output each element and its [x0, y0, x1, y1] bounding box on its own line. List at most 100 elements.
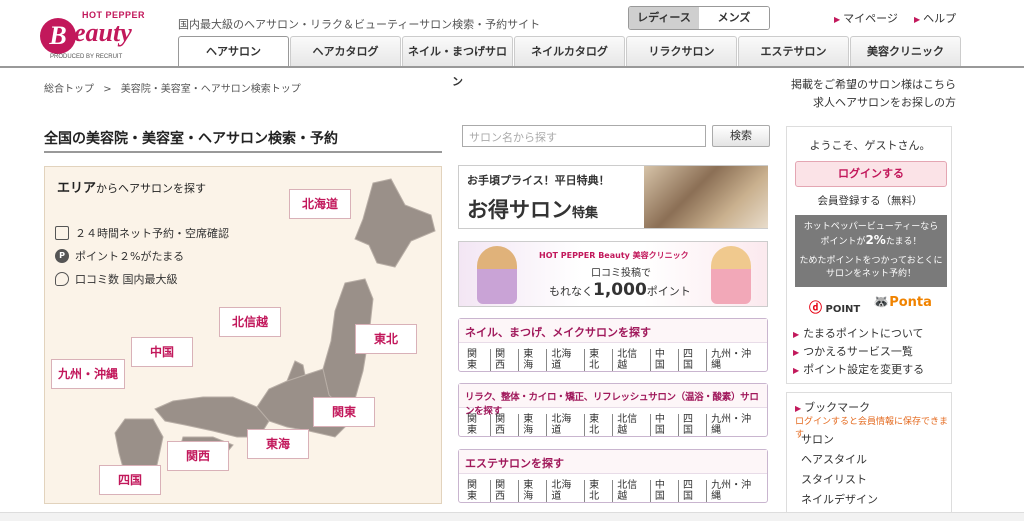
- site-tagline: 国内最大級のヘアサロン・リラク＆ビューティーサロン検索・予約サイト: [178, 18, 541, 31]
- region-link[interactable]: 中国: [651, 349, 680, 371]
- monitor-icon: [55, 226, 69, 240]
- region-shikoku[interactable]: 四国: [99, 465, 161, 495]
- woman-illustration: [711, 246, 751, 304]
- region-link[interactable]: 東北: [585, 414, 614, 436]
- points-info-link[interactable]: ▶ たまるポイントについて: [793, 325, 924, 341]
- region-link[interactable]: 北海道: [547, 414, 586, 436]
- region-link[interactable]: 関西: [491, 349, 520, 371]
- login-button[interactable]: ログインする: [795, 161, 947, 187]
- bargain-salon-banner[interactable]: お手頃プライス！平日特典！ お得サロン特集: [458, 165, 768, 229]
- region-link[interactable]: 北信越: [613, 349, 651, 371]
- page-title: 全国の美容院・美容室・ヘアサロン検索・予約: [44, 131, 338, 147]
- promo-line: ためたポイントをつかっておとくに: [799, 256, 943, 266]
- tab-nail-eyelash-salon[interactable]: ネイル・まつげサロン: [402, 36, 513, 88]
- region-kyushu[interactable]: 九州・沖縄: [51, 359, 125, 389]
- breadcrumb: 総合トップ > 美容院・美容室・ヘアサロン検索トップ: [44, 80, 301, 95]
- d-mark-icon: ⓓ: [809, 301, 823, 316]
- region-hokushinetsu[interactable]: 北信越: [219, 307, 281, 337]
- region-link[interactable]: 東海: [519, 349, 548, 371]
- category-title[interactable]: リラク、整体・カイロ・矯正、リフレッシュサロン（温浴・酸素）サロンを探す: [459, 384, 767, 417]
- ladies-toggle[interactable]: レディース: [629, 7, 699, 29]
- region-link[interactable]: 九州・沖縄: [707, 480, 763, 502]
- logo-b-mark: B: [40, 18, 76, 54]
- region-link[interactable]: 東北: [585, 480, 614, 502]
- region-link[interactable]: 関西: [491, 414, 520, 436]
- nail-category-box: ネイル、まつげ、メイクサロンを探す 関東 関西 東海 北海道 東北 北信越 中国 四国 九州・沖…: [458, 318, 768, 372]
- member-sidebar: ようこそ、ゲストさん。 ログインする 会員登録する（無料） ホットペッパービュー…: [786, 126, 952, 384]
- region-link[interactable]: 九州・沖縄: [707, 349, 763, 371]
- region-link[interactable]: 関西: [491, 480, 520, 502]
- welcome-text: ようこそ、ゲストさん。: [809, 139, 931, 152]
- services-link[interactable]: ▶ つかえるサービス一覧: [793, 343, 913, 359]
- region-links: 関東 関西 東海 北海道 東北 北信越 中国 四国 九州・沖縄: [459, 408, 767, 442]
- points-settings-link[interactable]: ▶ ポイント設定を変更する: [793, 361, 924, 377]
- region-link[interactable]: 関東: [463, 480, 492, 502]
- region-kanto[interactable]: 関東: [313, 397, 375, 427]
- dpoint-logo: ⓓ POINT: [809, 297, 860, 316]
- bookmark-title: ▶ ブックマーク: [795, 399, 870, 415]
- region-hokkaido[interactable]: 北海道: [289, 189, 351, 219]
- banner-title-suffix: 特集: [572, 206, 599, 221]
- region-link[interactable]: 九州・沖縄: [707, 414, 763, 436]
- triangle-right-icon: ▶: [793, 330, 800, 339]
- region-kansai[interactable]: 関西: [167, 441, 229, 471]
- bookmark-hairstyle[interactable]: ヘアスタイル: [801, 451, 867, 467]
- region-link[interactable]: 中国: [651, 414, 680, 436]
- salon-search-input[interactable]: サロン名から探す: [462, 125, 706, 147]
- region-link[interactable]: 北信越: [613, 480, 651, 502]
- search-button[interactable]: 検索: [712, 125, 770, 147]
- region-link[interactable]: 中国: [651, 480, 680, 502]
- triangle-right-icon: ▶: [795, 404, 802, 413]
- bookmark-nail-design[interactable]: ネイルデザイン: [801, 491, 878, 507]
- hokkaido-shape[interactable]: [354, 178, 436, 268]
- tab-hair-catalog[interactable]: ヘアカタログ: [290, 36, 401, 67]
- region-link[interactable]: 四国: [679, 480, 708, 502]
- gender-toggle: レディース メンズ: [628, 6, 770, 30]
- help-label: ヘルプ: [923, 12, 957, 25]
- help-link[interactable]: ▶ ヘルプ: [914, 10, 956, 26]
- tab-relax-salon[interactable]: リラクサロン: [626, 36, 737, 67]
- listing-link[interactable]: 掲載をご希望のサロン様はこちら: [756, 76, 956, 92]
- region-link[interactable]: 四国: [679, 414, 708, 436]
- bookmark-salon[interactable]: サロン: [801, 431, 834, 447]
- tab-nail-catalog[interactable]: ネイルカタログ: [514, 36, 625, 67]
- category-title[interactable]: ネイル、まつげ、メイクサロンを探す: [459, 319, 767, 343]
- bookmark-stylist[interactable]: スタイリスト: [801, 471, 867, 487]
- promo-line: サロンをネット予約！: [825, 269, 916, 279]
- breadcrumb-home[interactable]: 総合トップ: [44, 84, 94, 95]
- region-link[interactable]: 四国: [679, 349, 708, 371]
- promo-prefix: ポイントが: [820, 237, 866, 247]
- offer-number: 1,000: [593, 280, 647, 300]
- bottom-scroll-bar: [0, 512, 1024, 521]
- region-links: 関東 関西 東海 北海道 東北 北信越 中国 四国 九州・沖縄: [459, 343, 767, 377]
- region-tokai[interactable]: 東海: [247, 429, 309, 459]
- banner-subtitle: お手頃プライス！平日特典！: [467, 174, 610, 187]
- region-link[interactable]: 北海道: [547, 349, 586, 371]
- region-link[interactable]: 東海: [519, 480, 548, 502]
- region-link[interactable]: 東海: [519, 414, 548, 436]
- tab-beauty-clinic[interactable]: 美容クリニック: [850, 36, 961, 67]
- region-link[interactable]: 東北: [585, 349, 614, 371]
- tab-esthetic-salon[interactable]: エステサロン: [738, 36, 849, 67]
- recruit-link[interactable]: 求人ヘアサロンをお探しの方: [756, 94, 956, 110]
- clinic-review-banner[interactable]: HOT PEPPER Beauty 美容クリニック 口コミ投稿で もれなく1,0…: [458, 241, 768, 307]
- category-title[interactable]: エステサロンを探す: [459, 450, 767, 474]
- logo-wordmark: eauty: [74, 18, 132, 47]
- region-chugoku[interactable]: 中国: [131, 337, 193, 367]
- promo-line: ポイントが2%たまる！: [795, 234, 947, 249]
- region-tohoku[interactable]: 東北: [355, 324, 417, 354]
- promo-percent: 2%: [865, 233, 886, 247]
- tab-hair-salon[interactable]: ヘアサロン: [178, 36, 289, 68]
- points-promo[interactable]: ホットペッパービューティーなら ポイントが2%たまる！ ためたポイントをつかって…: [795, 215, 947, 287]
- header-divider: [0, 66, 1024, 68]
- register-link[interactable]: 会員登録する（無料）: [787, 193, 953, 208]
- mypage-link[interactable]: ▶ マイページ: [834, 10, 898, 26]
- breadcrumb-separator: >: [103, 84, 112, 95]
- region-link[interactable]: 北海道: [547, 480, 586, 502]
- bookmark-title-label: ブックマーク: [804, 401, 871, 414]
- region-link[interactable]: 関東: [463, 414, 492, 436]
- mens-toggle[interactable]: メンズ: [699, 7, 769, 29]
- region-link[interactable]: 関東: [463, 349, 492, 371]
- logo[interactable]: HOT PEPPER B eauty PRODUCED BY RECRUIT: [40, 10, 160, 64]
- region-link[interactable]: 北信越: [613, 414, 651, 436]
